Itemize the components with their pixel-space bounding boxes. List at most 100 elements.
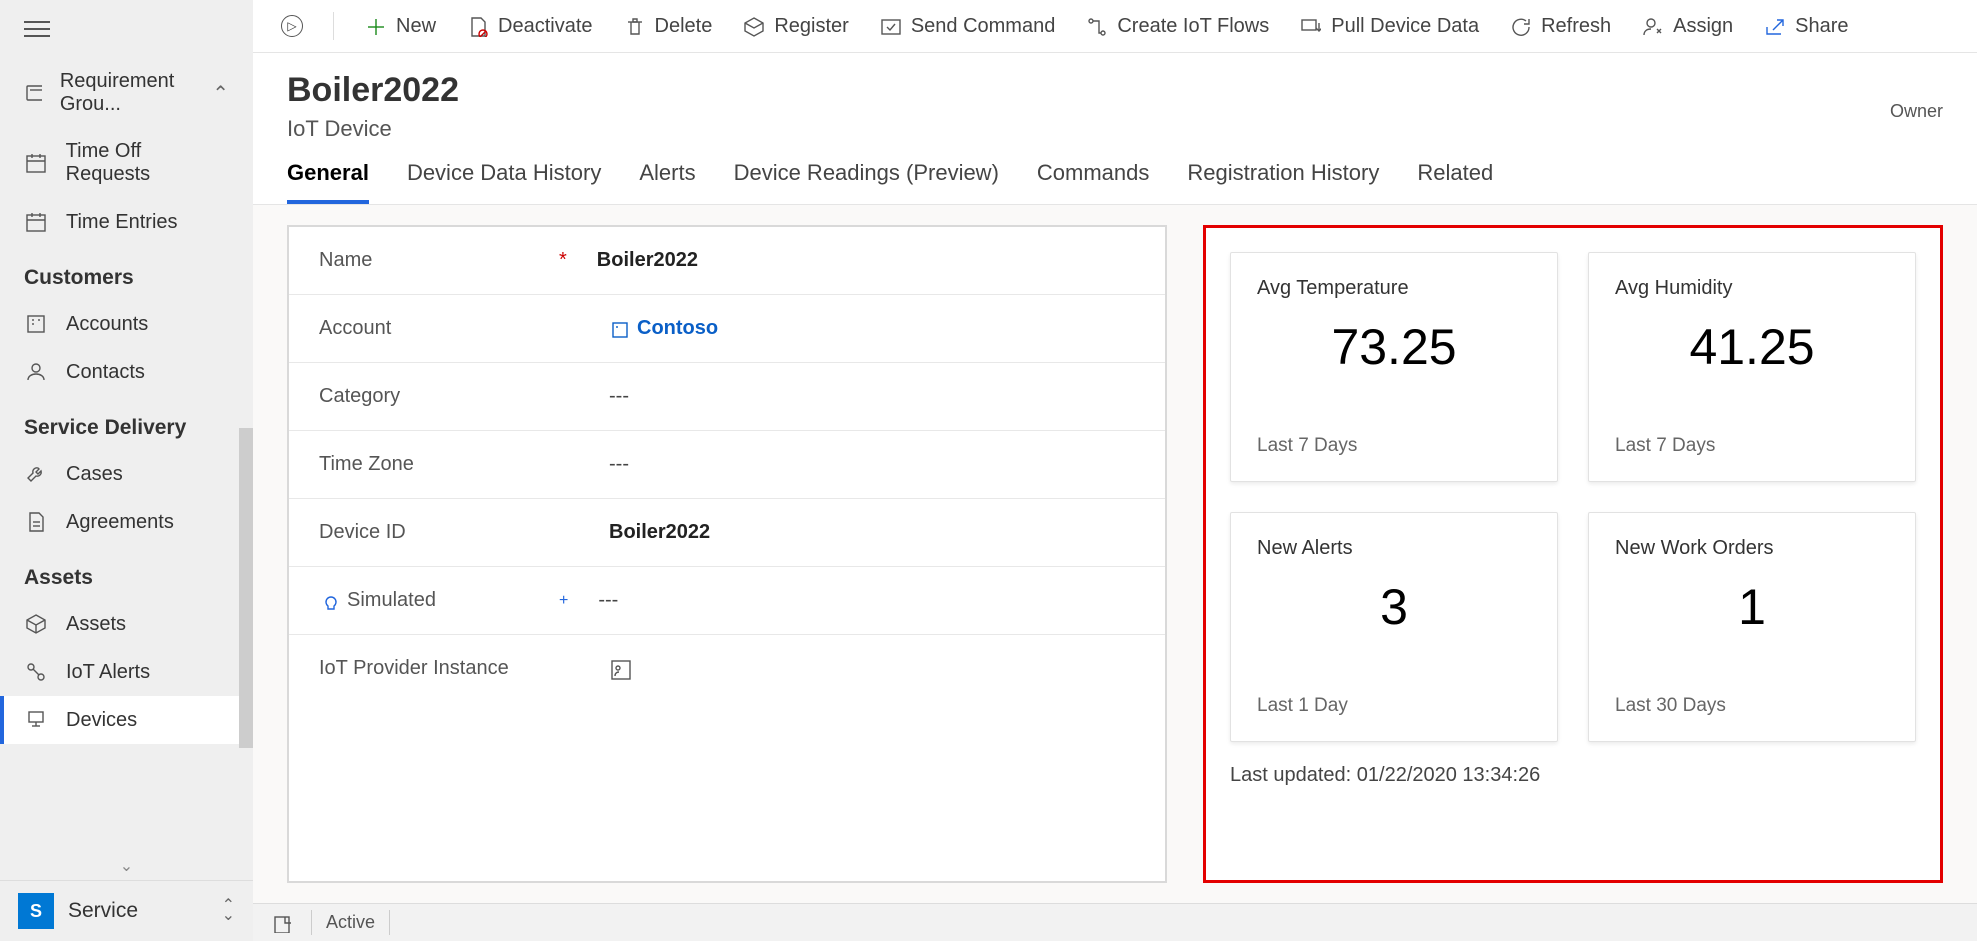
sidebar: Requirement Grou... ⌃ Time Off Requests … xyxy=(0,0,253,941)
nav-section-service-delivery: Service Delivery xyxy=(0,396,253,450)
wrench-icon xyxy=(24,462,48,486)
sidebar-item-time-off[interactable]: Time Off Requests xyxy=(0,128,253,198)
card-subtitle: Last 7 Days xyxy=(1257,435,1531,457)
sidebar-item-iot-alerts[interactable]: IoT Alerts xyxy=(0,648,253,696)
field-value: --- xyxy=(598,589,618,612)
tab-list: General Device Data History Alerts Devic… xyxy=(253,148,1977,205)
refresh-button[interactable]: Refresh xyxy=(1509,15,1611,38)
field-account[interactable]: Account Contoso xyxy=(289,295,1165,363)
document-icon xyxy=(24,510,48,534)
card-avg-humidity[interactable]: Avg Humidity 41.25 Last 7 Days xyxy=(1588,252,1916,482)
status-value[interactable]: Active xyxy=(311,910,390,935)
tab-commands[interactable]: Commands xyxy=(1037,160,1149,204)
cmd-label: Create IoT Flows xyxy=(1117,15,1269,38)
field-label: Time Zone xyxy=(319,453,559,476)
pull-device-data-button[interactable]: Pull Device Data xyxy=(1299,15,1479,38)
tab-general[interactable]: General xyxy=(287,160,369,204)
cmd-label: Assign xyxy=(1673,15,1733,38)
summary-tiles-panel: Avg Temperature 73.25 Last 7 Days Avg Hu… xyxy=(1203,225,1943,883)
building-icon xyxy=(24,312,48,336)
status-bar: Active xyxy=(253,903,1977,941)
sidebar-item-contacts[interactable]: Contacts xyxy=(0,348,253,396)
summary-cards-grid: Avg Temperature 73.25 Last 7 Days Avg Hu… xyxy=(1230,252,1916,742)
field-label: Device ID xyxy=(319,521,559,544)
field-label: Simulated xyxy=(319,589,559,612)
field-name[interactable]: Name * Boiler2022 xyxy=(289,227,1165,295)
assign-button[interactable]: Assign xyxy=(1641,15,1733,38)
sidebar-item-label: Contacts xyxy=(66,361,145,384)
deactivate-button[interactable]: Deactivate xyxy=(466,15,593,38)
cmd-label: Share xyxy=(1795,15,1848,38)
card-new-work-orders[interactable]: New Work Orders 1 Last 30 Days xyxy=(1588,512,1916,742)
create-iot-flows-button[interactable]: Create IoT Flows xyxy=(1085,15,1269,38)
tab-device-readings[interactable]: Device Readings (Preview) xyxy=(734,160,999,204)
card-value: 41.25 xyxy=(1615,318,1889,376)
field-label: Category xyxy=(319,385,559,408)
deactivate-icon xyxy=(466,15,488,37)
lightbulb-icon xyxy=(319,592,337,610)
card-icon xyxy=(24,81,42,105)
register-button[interactable]: Register xyxy=(742,15,848,38)
field-value: Boiler2022 xyxy=(609,521,710,544)
sidebar-item-label: IoT Alerts xyxy=(66,661,150,684)
go-back-button[interactable]: ▷ xyxy=(281,15,303,37)
sidebar-item-label: Assets xyxy=(66,613,126,636)
sidebar-item-label: Agreements xyxy=(66,511,174,534)
card-subtitle: Last 30 Days xyxy=(1615,695,1889,717)
sidebar-item-requirement-groups[interactable]: Requirement Grou... ⌃ xyxy=(0,58,253,128)
sidebar-item-assets[interactable]: Assets xyxy=(0,600,253,648)
account-name: Contoso xyxy=(637,317,718,340)
new-button[interactable]: New xyxy=(364,15,436,38)
main-area: ▷ New Deactivate Delete Register Send Co… xyxy=(253,0,1977,941)
field-timezone[interactable]: Time Zone --- xyxy=(289,431,1165,499)
nav-section-assets: Assets xyxy=(0,546,253,600)
sidebar-item-label: Requirement Grou... xyxy=(60,70,194,116)
sidebar-item-accounts[interactable]: Accounts xyxy=(0,300,253,348)
record-header: Boiler2022 IoT Device Owner xyxy=(253,53,1977,148)
field-device-id[interactable]: Device ID Boiler2022 xyxy=(289,499,1165,567)
sidebar-item-label: Time Entries xyxy=(66,211,178,234)
tab-registration-history[interactable]: Registration History xyxy=(1187,160,1379,204)
tab-device-data-history[interactable]: Device Data History xyxy=(407,160,601,204)
app-switcher[interactable]: S Service ⌃⌄ xyxy=(0,880,253,941)
field-label: IoT Provider Instance xyxy=(319,657,559,680)
hamburger-menu-button[interactable] xyxy=(0,0,253,58)
sidebar-item-agreements[interactable]: Agreements xyxy=(0,498,253,546)
sidebar-item-label: Accounts xyxy=(66,313,148,336)
note-icon[interactable] xyxy=(271,913,291,933)
card-new-alerts[interactable]: New Alerts 3 Last 1 Day xyxy=(1230,512,1558,742)
send-command-button[interactable]: Send Command xyxy=(879,15,1056,38)
calendar-icon xyxy=(24,210,48,234)
calendar-icon xyxy=(24,151,48,175)
field-category[interactable]: Category --- xyxy=(289,363,1165,431)
page-title: Boiler2022 xyxy=(287,71,459,110)
cmd-label: Deactivate xyxy=(498,15,593,38)
chevron-updown-icon: ⌃⌄ xyxy=(222,901,235,921)
entity-name-label: IoT Device xyxy=(287,116,459,142)
field-iot-provider[interactable]: IoT Provider Instance xyxy=(289,635,1165,702)
field-simulated[interactable]: Simulated + --- xyxy=(289,567,1165,635)
cmd-label: Send Command xyxy=(911,15,1056,38)
sidebar-scrollbar[interactable] xyxy=(239,428,253,748)
card-value: 3 xyxy=(1257,578,1531,636)
card-avg-temperature[interactable]: Avg Temperature 73.25 Last 7 Days xyxy=(1230,252,1558,482)
sidebar-item-cases[interactable]: Cases xyxy=(0,450,253,498)
share-button[interactable]: Share xyxy=(1763,15,1848,38)
tab-related[interactable]: Related xyxy=(1417,160,1493,204)
pull-icon xyxy=(1299,15,1321,37)
card-title: Avg Temperature xyxy=(1257,277,1531,300)
delete-button[interactable]: Delete xyxy=(623,15,713,38)
trash-icon xyxy=(623,15,645,37)
sidebar-item-time-entries[interactable]: Time Entries xyxy=(0,198,253,246)
account-link[interactable]: Contoso xyxy=(609,317,718,340)
form-content: Name * Boiler2022 Account Contoso Catego… xyxy=(253,205,1977,903)
field-value: --- xyxy=(609,453,629,476)
caret-down-icon[interactable]: ⌄ xyxy=(0,852,253,880)
provider-icon xyxy=(609,658,631,680)
recommended-indicator: + xyxy=(559,592,568,610)
cmd-label: Delete xyxy=(655,15,713,38)
plus-icon xyxy=(364,15,386,37)
card-subtitle: Last 7 Days xyxy=(1615,435,1889,457)
tab-alerts[interactable]: Alerts xyxy=(639,160,695,204)
sidebar-item-devices[interactable]: Devices xyxy=(0,696,253,744)
